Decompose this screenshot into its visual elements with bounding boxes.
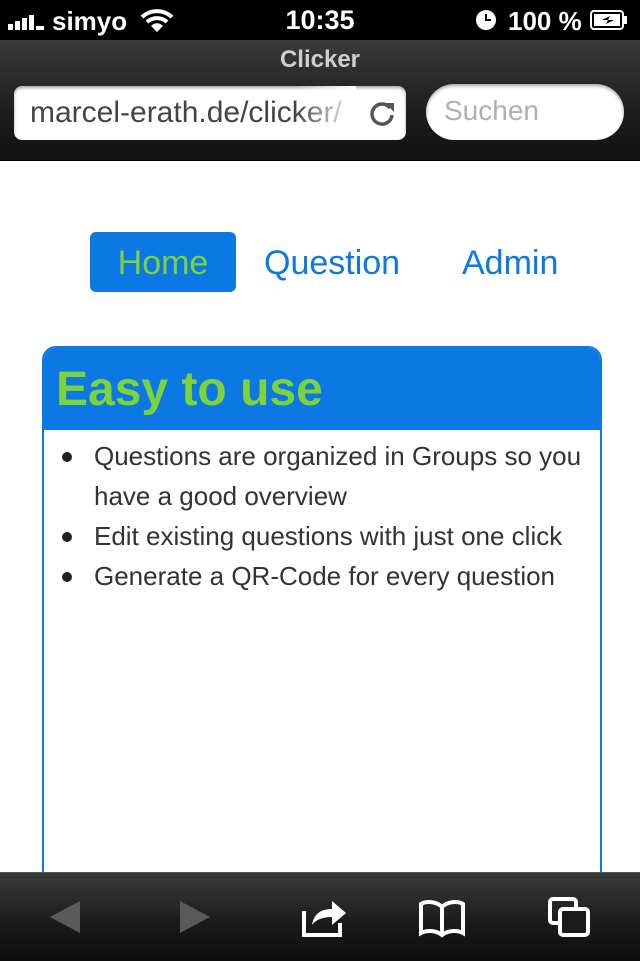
feature-card: Easy to use Questions are organized in G… [42, 346, 602, 910]
main-nav: Home Question Admin [0, 232, 640, 292]
status-bar: simyo 10:35 100 % [0, 0, 640, 40]
nav-question[interactable]: Question [264, 232, 400, 292]
list-item: Questions are organized in Groups so you… [44, 436, 600, 516]
list-item: Edit existing questions with just one cl… [44, 516, 600, 556]
carrier-name: simyo [52, 6, 128, 36]
reload-icon[interactable] [368, 99, 396, 127]
search-input[interactable]: Suchen [426, 84, 624, 140]
signal-strength-icon [8, 15, 44, 30]
browser-header: Clicker marcel-erath.de/clicker/ Suchen [0, 40, 640, 161]
wifi-icon [140, 9, 174, 32]
card-title: Easy to use [56, 363, 323, 416]
browser-toolbar [0, 872, 640, 961]
bookmarks-icon[interactable] [418, 895, 466, 939]
search-placeholder: Suchen [444, 95, 539, 126]
card-header: Easy to use [44, 348, 600, 430]
share-icon[interactable] [300, 895, 348, 939]
page-title: Clicker [279, 46, 361, 73]
feature-list: Questions are organized in Groups so you… [44, 436, 600, 596]
forward-icon[interactable] [170, 895, 218, 939]
tabs-icon[interactable] [546, 895, 594, 939]
list-item: Generate a QR-Code for every question [44, 556, 600, 596]
battery-charging-icon [590, 10, 627, 30]
nav-admin[interactable]: Admin [462, 232, 558, 292]
nav-home-active[interactable]: Home [90, 232, 236, 292]
back-icon[interactable] [42, 895, 90, 939]
url-text: marcel-erath.de/clicker/ [30, 96, 342, 129]
address-bar[interactable]: marcel-erath.de/clicker/ [14, 86, 406, 140]
url-fade [296, 86, 356, 140]
battery-percent: 100 % [508, 6, 582, 36]
rotation-lock-icon [476, 10, 496, 30]
